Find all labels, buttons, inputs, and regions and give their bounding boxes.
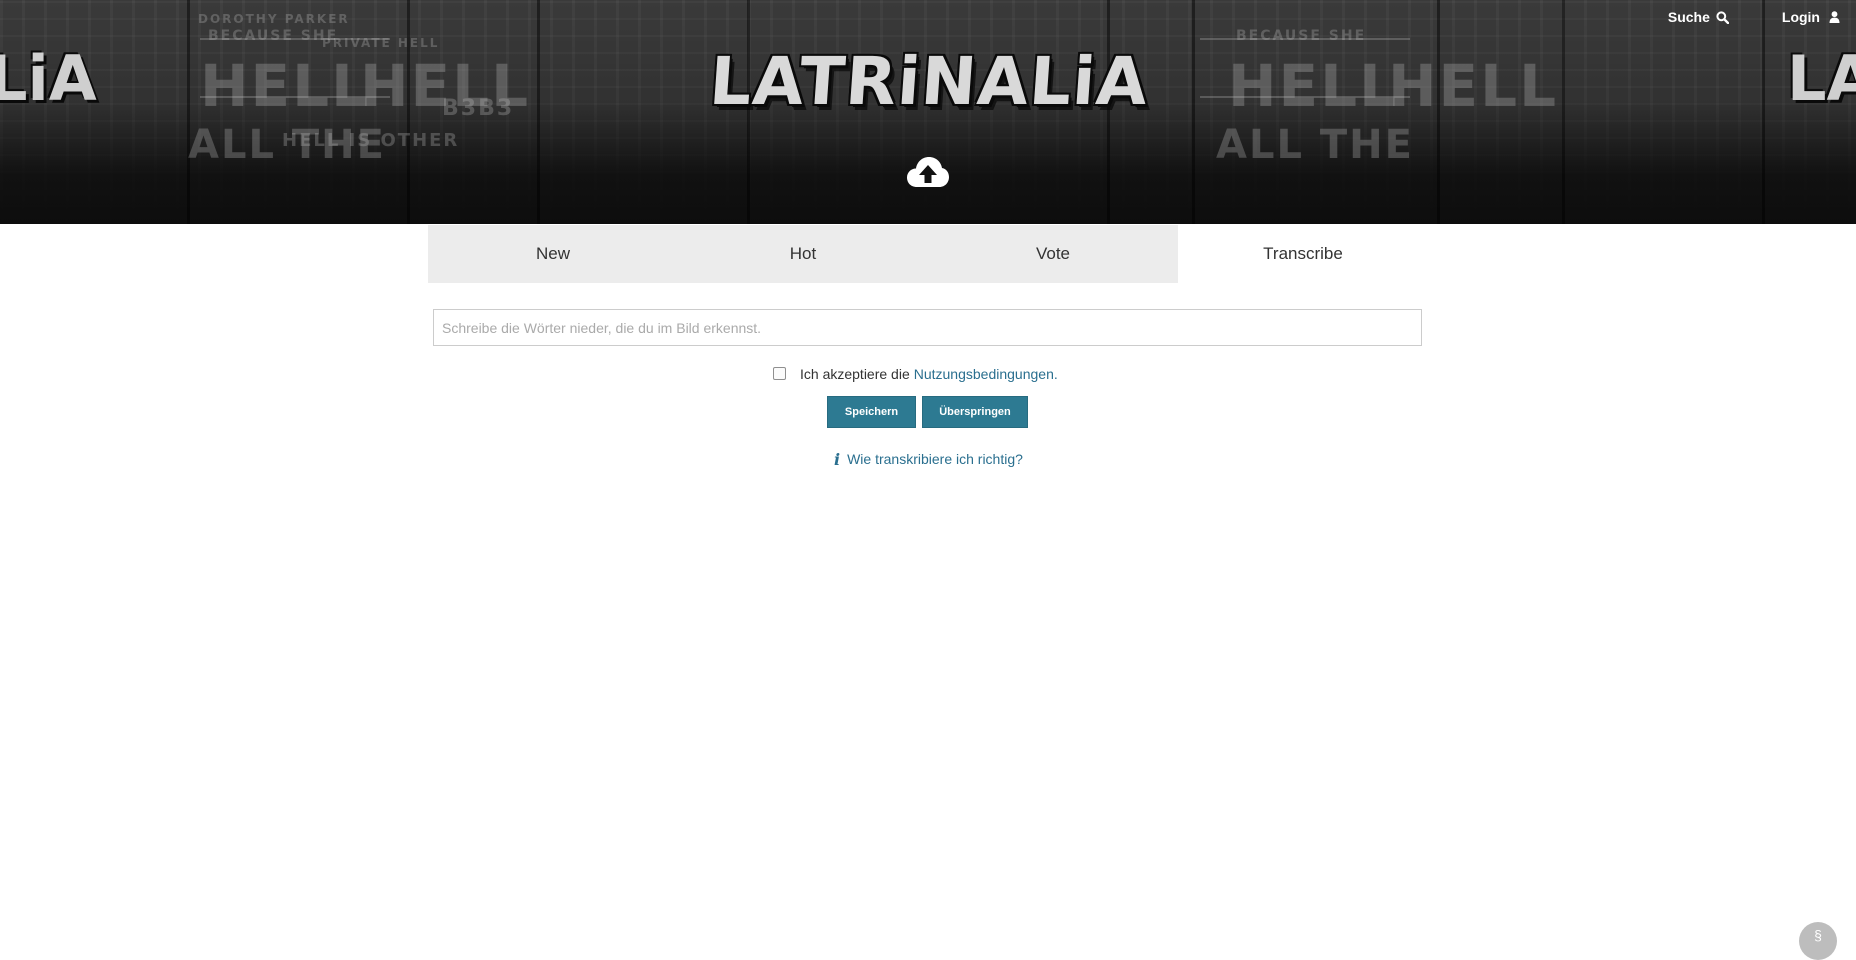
- login-link[interactable]: Login: [1782, 9, 1840, 25]
- help-link[interactable]: i Wie transkribiere ich richtig?: [834, 449, 1023, 469]
- logo-fragment: LiA: [0, 42, 97, 115]
- login-label: Login: [1781, 9, 1820, 25]
- graffiti-text: PRIVATE HELL: [322, 36, 440, 50]
- graffiti-text: BECAUSE SHE: [208, 28, 339, 44]
- transcription-input[interactable]: [433, 309, 1422, 346]
- site-logo[interactable]: LATRiNALiA: [707, 36, 1151, 126]
- graffiti-text: HELL: [1228, 52, 1399, 120]
- terms-checkbox[interactable]: [773, 366, 786, 380]
- graffiti-text: HELL: [200, 52, 371, 120]
- main-tabs: New Hot Vote Transcribe: [428, 225, 1428, 283]
- search-link[interactable]: Suche: [1668, 9, 1729, 25]
- graffiti-text: HELL IS OTHER: [282, 130, 460, 151]
- door-panel: [1565, 0, 1765, 224]
- search-icon: [1716, 10, 1729, 24]
- help-label: Wie transkribiere ich richtig?: [847, 451, 1023, 467]
- terms-link[interactable]: Nutzungsbedingungen: [914, 366, 1054, 382]
- graffiti-text: BECAUSE SHE: [1236, 28, 1367, 44]
- section-icon[interactable]: §: [1799, 922, 1837, 960]
- corner-badge-label: §: [1814, 927, 1822, 943]
- top-navigation: Suche Login: [1668, 7, 1856, 27]
- tab-vote[interactable]: Vote: [928, 225, 1178, 283]
- search-label: Suche: [1667, 9, 1710, 25]
- terms-prefix: Ich akzeptiere die: [800, 366, 910, 382]
- info-icon: i: [834, 449, 841, 469]
- graffiti-text: DOROTHY PARKER: [198, 12, 350, 26]
- terms-suffix: .: [1053, 366, 1058, 382]
- site-header: HELL HELL ALL THE HELL IS OTHER DOROTHY …: [0, 0, 1856, 224]
- tab-transcribe[interactable]: Transcribe: [1178, 225, 1428, 283]
- graffiti-text: HELL: [1388, 52, 1559, 120]
- terms-row: Ich akzeptiere die Nutzungsbedingungen .: [773, 364, 1058, 384]
- logo-fragment: LA: [1787, 42, 1856, 115]
- cloud-upload-icon[interactable]: [906, 154, 950, 190]
- skip-button[interactable]: Überspringen: [922, 396, 1028, 428]
- graffiti-text: ALL THE: [1216, 122, 1414, 168]
- tab-hot[interactable]: Hot: [678, 225, 928, 283]
- save-button[interactable]: Speichern: [827, 396, 916, 428]
- graffiti-text: HELL: [360, 52, 531, 120]
- user-icon: [1829, 11, 1840, 23]
- tab-new[interactable]: New: [428, 225, 678, 283]
